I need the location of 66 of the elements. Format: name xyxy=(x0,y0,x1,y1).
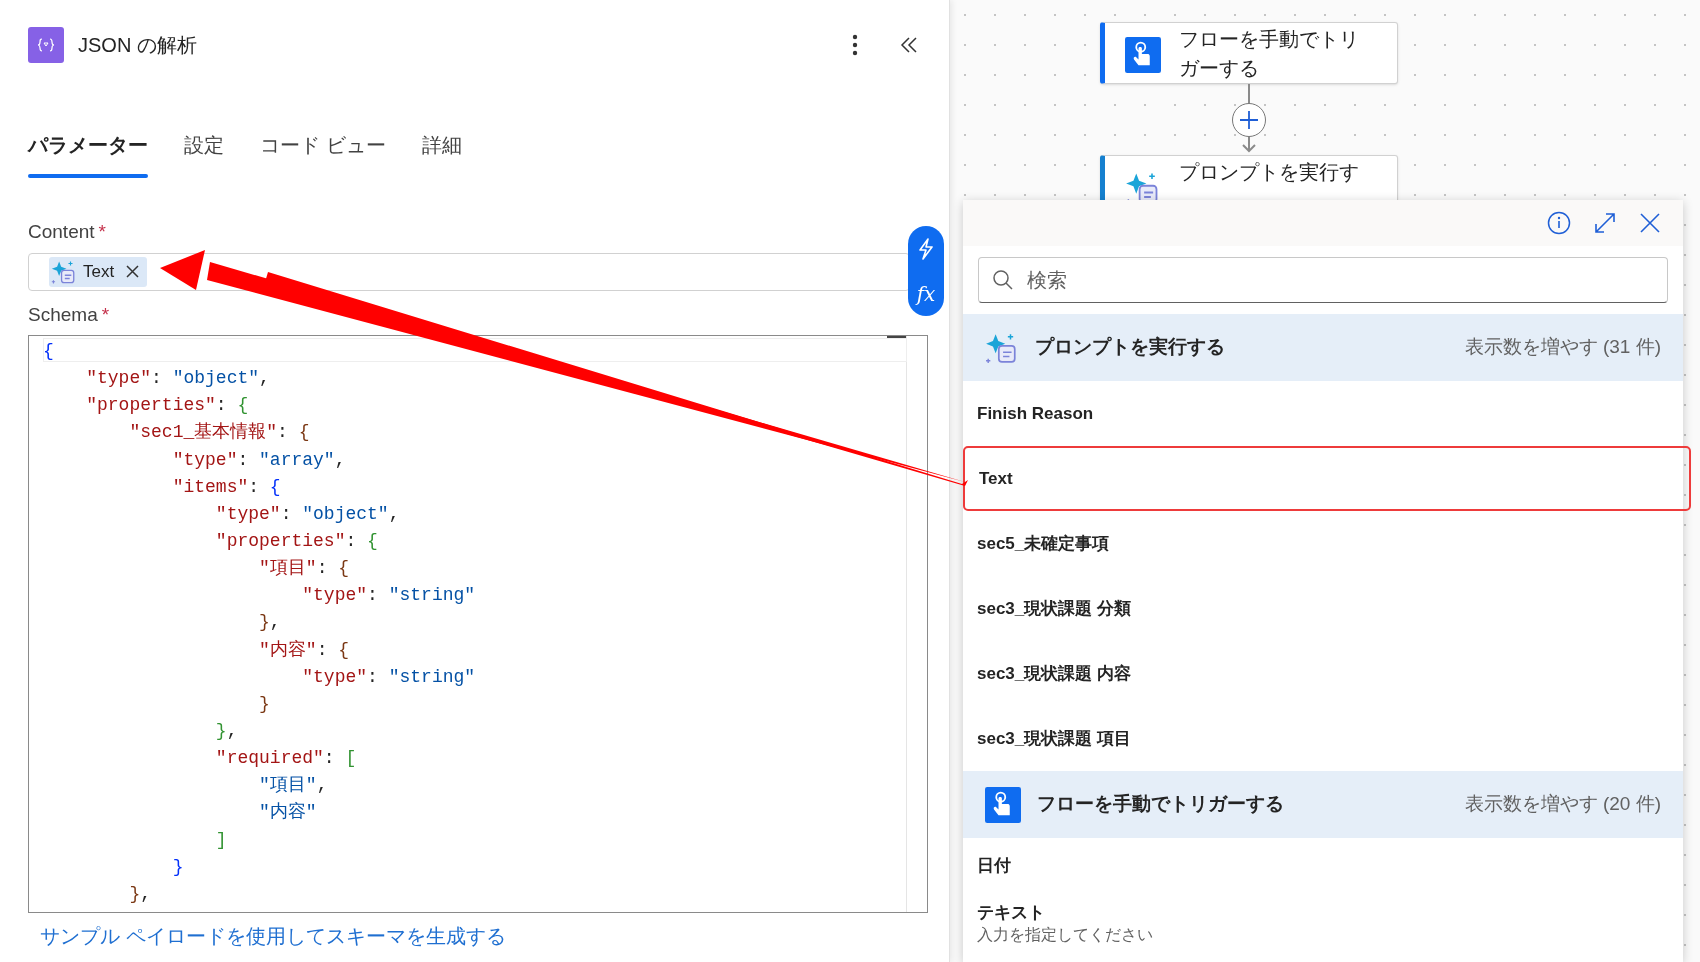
json-icon xyxy=(28,27,64,63)
flow-node[interactable]: フローを手動でトリガーする xyxy=(1100,22,1398,84)
add-step-button[interactable] xyxy=(1232,103,1266,137)
code-line: }, xyxy=(128,882,153,906)
code-line: "properties": { xyxy=(85,394,250,418)
dynamic-content-item[interactable]: テキスト 入力を指定してください xyxy=(963,894,1683,950)
code-line: "内容": { xyxy=(258,638,351,662)
code-line: "required": [ xyxy=(214,747,358,771)
connector-arrow xyxy=(1240,137,1258,155)
code-line: "内容" xyxy=(258,801,318,825)
code-line: } xyxy=(258,692,271,716)
code-line: }, xyxy=(258,611,282,635)
code-line: } xyxy=(171,855,185,879)
expand-icon[interactable] xyxy=(1593,211,1617,235)
code-editor[interactable] xyxy=(28,335,928,913)
hand-touch-icon xyxy=(1125,37,1161,73)
tab[interactable]: パラメーター xyxy=(28,130,148,182)
dynamic-content-item[interactable]: sec3_現状課題 項目 xyxy=(963,706,1683,771)
token-chip[interactable]: Text xyxy=(49,256,148,287)
code-line: "type": "array", xyxy=(171,448,347,472)
search-field[interactable]: 検索 xyxy=(978,257,1668,303)
group-header[interactable]: フローを手動でトリガーする 表示数を増やす (20 件) xyxy=(963,771,1683,838)
panel-title: JSON の解析 xyxy=(78,33,197,58)
field-label: Content xyxy=(28,220,95,244)
group-header[interactable]: プロンプトを実行する 表示数を増やす (31 件) xyxy=(963,314,1683,381)
field-label: Schema xyxy=(28,302,98,327)
code-line: "type": "object", xyxy=(85,367,271,391)
show-more-link[interactable]: 表示数を増やす (20 件) xyxy=(1464,790,1661,819)
tab[interactable]: 詳細 xyxy=(421,130,462,182)
code-line: "items": { xyxy=(171,475,282,499)
close-icon[interactable] xyxy=(1639,212,1661,234)
dynamic-content-item[interactable]: Text xyxy=(963,446,1691,511)
tab[interactable]: コード ビュー xyxy=(260,130,386,182)
dynamic-content-item[interactable]: 日付 xyxy=(963,838,1683,894)
generate-schema-link[interactable]: サンプル ペイロードを使用してスキーマを生成する xyxy=(40,921,506,951)
required-mark: * xyxy=(98,220,106,244)
code-line: "type": "object", xyxy=(214,502,401,526)
code-line: "sec1_基本情報": { xyxy=(128,421,311,445)
remove-icon[interactable] xyxy=(126,265,140,278)
search-icon xyxy=(992,269,1014,291)
tab[interactable]: 設定 xyxy=(184,130,224,182)
code-line: ] xyxy=(214,828,228,852)
expression-button[interactable]: fx xyxy=(916,284,936,304)
code-line: "type": "string" xyxy=(301,665,477,689)
dynamic-content-item[interactable]: Finish Reason xyxy=(963,381,1683,446)
sparkle-document-icon xyxy=(51,258,77,285)
required-mark: * xyxy=(101,302,110,327)
code-line: "項目": { xyxy=(258,557,351,581)
node-title: フローを手動でトリガーする xyxy=(1179,27,1360,81)
plus-icon xyxy=(1238,109,1260,131)
group-title: フローを手動でトリガーする xyxy=(1037,792,1285,817)
lightning-icon[interactable] xyxy=(917,238,935,260)
dynamic-content-item[interactable]: sec3_現状課題 分類 xyxy=(963,576,1683,641)
node-title: プロンプトを実行す xyxy=(1179,160,1360,185)
code-line: "type": "string" xyxy=(301,584,477,608)
code-line: "項目", xyxy=(258,774,329,798)
code-line: "properties": { xyxy=(214,530,379,553)
hand-touch-icon xyxy=(985,786,1021,823)
info-icon[interactable] xyxy=(1547,211,1571,235)
dynamic-content-item[interactable]: sec3_現状課題 内容 xyxy=(963,641,1683,706)
item-description: 入力を指定してください xyxy=(977,925,1154,944)
dynamic-content-item[interactable]: sec5_未確定事項 xyxy=(963,511,1683,576)
group-title: プロンプトを実行する xyxy=(1035,335,1226,360)
code-line: { xyxy=(43,340,55,363)
code-line: }, xyxy=(214,719,239,743)
show-more-link[interactable]: 表示数を増やす (31 件) xyxy=(1464,333,1661,362)
